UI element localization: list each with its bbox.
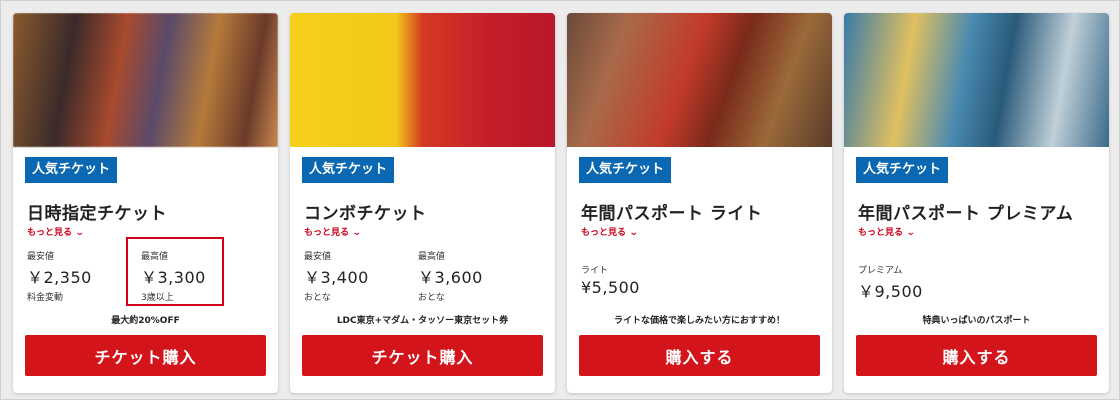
highest-price-note: おとな [418, 293, 445, 303]
lowest-price: 最安値 ￥2,350 料金変動 [27, 249, 92, 303]
lowest-price-value: ￥2,350 [27, 268, 92, 287]
card-tagline: ライトな価格で楽しみたい方におすすめ！ [613, 316, 785, 326]
price-label: プレミアム [858, 266, 903, 276]
chevron-down-icon: ⌄ [351, 228, 362, 238]
ticket-card-annual-lite: 人気チケット 年間パスポート ライト もっと見る ⌄ ライト ¥5,500 ライト… [567, 13, 832, 393]
purchase-button[interactable]: 購入する [856, 335, 1097, 376]
popular-badge: 人気チケット [579, 157, 672, 183]
chevron-down-icon: ⌄ [905, 228, 916, 238]
ticket-card-combo: 人気チケット コンボチケット もっと見る ⌄ 最安値 ￥3,400 おとな 最高値… [290, 13, 555, 393]
card-image[interactable] [13, 13, 278, 147]
lowest-price-value: ￥3,400 [304, 268, 369, 287]
ticket-card-datetime: 人気チケット 日時指定チケット もっと見る ⌄ 最安値 ￥2,350 料金変動 最… [13, 13, 278, 393]
popular-badge: 人気チケット [302, 157, 395, 183]
price-value: ￥9,500 [858, 282, 923, 301]
card-tagline: 最大約20%OFF [111, 316, 180, 326]
more-link-label: もっと見る [27, 228, 73, 238]
ticket-card-annual-premium: 人気チケット 年間パスポート プレミアム もっと見る ⌄ プレミアム ￥9,500… [844, 13, 1109, 393]
card-image[interactable] [290, 13, 555, 147]
more-link[interactable]: もっと見る ⌄ [581, 225, 639, 238]
buy-ticket-button[interactable]: チケット購入 [302, 335, 543, 376]
annual-price: ライト ¥5,500 [581, 263, 640, 297]
highest-price-label: 最高値 [418, 252, 446, 262]
card-image[interactable] [567, 13, 832, 147]
price-label: ライト [581, 266, 609, 276]
card-title: 日時指定チケット [27, 204, 167, 224]
popular-badge: 人気チケット [25, 157, 118, 183]
lowest-price-label: 最安値 [27, 252, 55, 262]
page-frame: 人気チケット 日時指定チケット もっと見る ⌄ 最安値 ￥2,350 料金変動 最… [0, 0, 1120, 400]
highest-price: 最高値 ￥3,600 おとな [418, 249, 483, 303]
chevron-down-icon: ⌄ [628, 228, 639, 238]
highest-price-label: 最高値 [141, 252, 169, 262]
lowest-price-note: おとな [304, 293, 331, 303]
card-tagline: 特典いっぱいのパスポート [922, 316, 1031, 326]
more-link[interactable]: もっと見る ⌄ [858, 225, 916, 238]
lowest-price: 最安値 ￥3,400 おとな [304, 249, 369, 303]
highest-price-value: ￥3,600 [418, 268, 483, 287]
lowest-price-label: 最安値 [304, 252, 332, 262]
card-image[interactable] [844, 13, 1109, 147]
card-title: コンボチケット [304, 204, 427, 224]
popular-badge: 人気チケット [856, 157, 949, 183]
more-link[interactable]: もっと見る ⌄ [304, 225, 362, 238]
more-link-label: もっと見る [858, 228, 904, 238]
card-title: 年間パスポート プレミアム [858, 204, 1074, 224]
lowest-price-note: 料金変動 [27, 293, 64, 303]
more-link[interactable]: もっと見る ⌄ [27, 225, 85, 238]
card-title: 年間パスポート ライト [581, 204, 763, 224]
highest-price-value: ￥3,300 [141, 268, 206, 287]
card-tagline: LDC東京+マダム・タッソー東京セット券 [336, 316, 509, 326]
highest-price-note: 3歳以上 [141, 293, 174, 303]
chevron-down-icon: ⌄ [74, 228, 85, 238]
purchase-button[interactable]: 購入する [579, 335, 820, 376]
highest-price: 最高値 ￥3,300 3歳以上 [141, 249, 206, 303]
annual-price: プレミアム ￥9,500 [858, 263, 923, 302]
price-value: ¥5,500 [581, 278, 640, 297]
buy-ticket-button[interactable]: チケット購入 [25, 335, 266, 376]
more-link-label: もっと見る [304, 228, 350, 238]
more-link-label: もっと見る [581, 228, 627, 238]
